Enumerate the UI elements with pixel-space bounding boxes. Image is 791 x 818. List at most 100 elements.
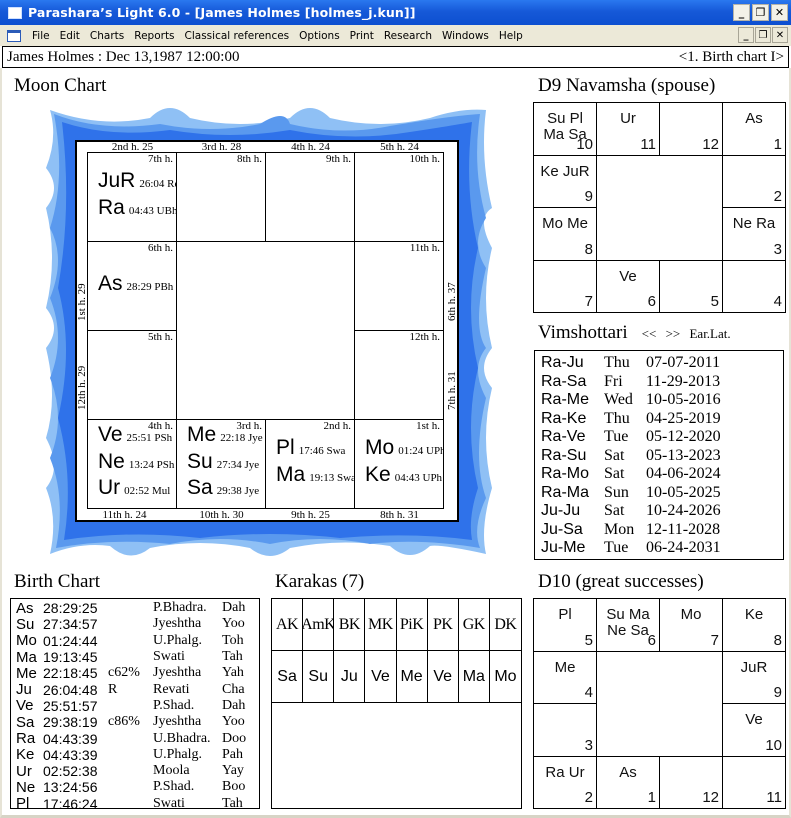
planet-abbr: Ju (16, 681, 32, 699)
d9-sign-cell[interactable]: 2 (722, 154, 786, 208)
planet-abbr: Sa (16, 713, 35, 731)
dasha-period: Ra-Ju (541, 354, 584, 372)
planet-entry: Sa 29:38 Jye (187, 476, 259, 500)
d10-sign-cell[interactable]: Ve 10 (722, 703, 786, 757)
planet-degree: 04:43 UPh (394, 472, 443, 484)
ear-lat-toggle[interactable]: Ear.Lat. (689, 326, 730, 341)
planet-abbr: Su (16, 615, 35, 633)
moon-house-3[interactable]: 3rd h. Me 22:18 Jye Su 27:34 Jye Sa 29:3… (176, 419, 266, 509)
moon-house-6[interactable]: 6th h. As 28:29 PBh (87, 241, 177, 331)
d9-sign-cell[interactable]: Ke JuR 9 (533, 154, 597, 208)
planet-degree: 22:18 Jye (220, 432, 263, 444)
dasha-row[interactable]: Ra-Su Sat 05-13-2023 (541, 447, 783, 466)
d10-sign-cell[interactable]: Me 4 (533, 650, 597, 704)
d9-sign-cell[interactable]: Ve 6 (596, 259, 660, 313)
d10-sign-cell[interactable]: Ke 8 (722, 598, 786, 652)
d10-sign-cell[interactable]: 12 (659, 755, 723, 809)
planet-nakshatra: P.Bhadra. (153, 600, 207, 616)
d9-sign-cell[interactable]: Mo Me 8 (533, 207, 597, 261)
moon-house-9[interactable]: 9th h. (265, 152, 355, 242)
child-minimize-button[interactable]: _ (738, 27, 754, 43)
d10-sign-cell[interactable]: JuR 9 (722, 650, 786, 704)
dasha-period: Ra-Ma (541, 483, 590, 501)
d10-sign-cell[interactable]: Su Ma Ne Sa 6 (596, 598, 660, 652)
house-label: 11th h. (409, 242, 440, 254)
menu-classical-references[interactable]: Classical references (180, 30, 295, 42)
moon-house-12[interactable]: 12th h. (354, 330, 444, 420)
sign-number: 1 (647, 789, 656, 806)
planet-degree: 01:24 UPh (398, 445, 444, 457)
d9-sign-cell[interactable]: 5 (659, 259, 723, 313)
planet-abbr: Ur (16, 762, 32, 780)
dasha-row[interactable]: Ju-Me Tue 06-24-2031 (541, 539, 783, 558)
menu-help[interactable]: Help (494, 30, 528, 42)
planet-degree: 27:34 Jye (216, 459, 260, 471)
restore-button[interactable]: ❐ (752, 4, 769, 21)
dasha-weekday: Sat (604, 465, 625, 483)
child-restore-button[interactable]: ❐ (755, 27, 771, 43)
dasha-row[interactable]: Ra-Ju Thu 07-07-2011 (541, 354, 783, 373)
dasha-row[interactable]: Ra-Mo Sat 04-06-2024 (541, 465, 783, 484)
moon-house-8[interactable]: 8th h. (176, 152, 266, 242)
planet-entry: Ra 04:43 UBh (98, 196, 176, 220)
moon-chart-title: Moon Chart (14, 75, 107, 96)
moon-house-2[interactable]: 2nd h. Pl 17:46 Swa Ma 19:13 Swa (265, 419, 355, 509)
d10-sign-cell[interactable]: 3 (533, 703, 597, 757)
menu-charts[interactable]: Charts (85, 30, 129, 42)
menu-research[interactable]: Research (379, 30, 437, 42)
dasha-weekday: Tue (604, 428, 629, 446)
moon-house-11[interactable]: 11th h. (354, 241, 444, 331)
karaka-header: BK (334, 599, 366, 651)
menu-windows[interactable]: Windows (437, 30, 494, 42)
karaka-planet: Mo (489, 651, 521, 703)
sign-number: 1 (773, 135, 782, 153)
child-close-button[interactable]: ✕ (772, 27, 788, 43)
planet-row: Ur 02:52:38 Moola Yay (16, 762, 259, 780)
dasha-row[interactable]: Ra-Ke Thu 04-25-2019 (541, 410, 783, 429)
d9-sign-cell[interactable]: As 1 (722, 102, 786, 156)
d10-sign-cell[interactable]: Pl 5 (533, 598, 597, 652)
moon-house-1[interactable]: 1st h. Mo 01:24 UPh Ke 04:43 UPh (354, 419, 444, 509)
menu-print[interactable]: Print (345, 30, 379, 42)
dasha-row[interactable]: Ra-Sa Fri 11-29-2013 (541, 373, 783, 392)
d10-sign-cell[interactable]: Mo 7 (659, 598, 723, 652)
moon-house-4[interactable]: 4th h. Ve 25:51 PSh Ne 13:24 PSh Ur 02:5… (87, 419, 177, 509)
sign-number: 10 (576, 135, 593, 153)
d9-sign-cell[interactable]: Su Pl Ma Sa 10 (533, 102, 597, 156)
menu-file[interactable]: File (27, 30, 55, 42)
minimize-button[interactable]: _ (733, 4, 750, 21)
d9-sign-cell[interactable]: 7 (533, 259, 597, 313)
d9-sign-cell[interactable]: Ne Ra 3 (722, 207, 786, 261)
dasha-row[interactable]: Ju-Sa Mon 12-11-2028 (541, 521, 783, 540)
d9-sign-cell[interactable]: 12 (659, 102, 723, 156)
dasha-row[interactable]: Ra-Ve Tue 05-12-2020 (541, 428, 783, 447)
sign-occupants: Ur (620, 110, 636, 127)
menu-options[interactable]: Options (294, 30, 345, 42)
dasha-period: Ra-Mo (541, 465, 590, 483)
document-icon[interactable] (7, 29, 21, 42)
dasha-row[interactable]: Ra-Me Wed 10-05-2016 (541, 391, 783, 410)
d9-sign-cell[interactable]: Ur 11 (596, 102, 660, 156)
planet-syllable: Yah (222, 665, 244, 681)
planet-entry: Ke 04:43 UPh (365, 463, 442, 487)
planet-longitude: 25:51:57 (43, 697, 98, 714)
menu-reports[interactable]: Reports (129, 30, 179, 42)
dasha-row[interactable]: Ra-Ma Sun 10-05-2025 (541, 484, 783, 503)
d10-sign-cell[interactable]: 11 (722, 755, 786, 809)
d10-sign-cell[interactable]: As 1 (596, 755, 660, 809)
karaka-header: AmK (303, 599, 335, 651)
karaka-planet: Me (396, 651, 428, 703)
close-button[interactable]: ✕ (771, 4, 788, 21)
d10-sign-cell[interactable]: Ra Ur 2 (533, 755, 597, 809)
vimshottari-nav: << >> Ear.Lat. (642, 326, 737, 342)
d9-sign-cell[interactable]: 4 (722, 259, 786, 313)
prev-period-button[interactable]: << (642, 326, 657, 341)
moon-house-7[interactable]: 7th h. JuR 26:04 Rev Ra 04:43 UBh (87, 152, 177, 242)
page-navigator[interactable]: <1. Birth chart I> (679, 49, 784, 66)
moon-house-5[interactable]: 5th h. (87, 330, 177, 420)
moon-house-10[interactable]: 10th h. (354, 152, 444, 242)
next-period-button[interactable]: >> (666, 326, 681, 341)
planet-name: Ne (98, 450, 125, 473)
menu-edit[interactable]: Edit (55, 30, 85, 42)
dasha-row[interactable]: Ju-Ju Sat 10-24-2026 (541, 502, 783, 521)
